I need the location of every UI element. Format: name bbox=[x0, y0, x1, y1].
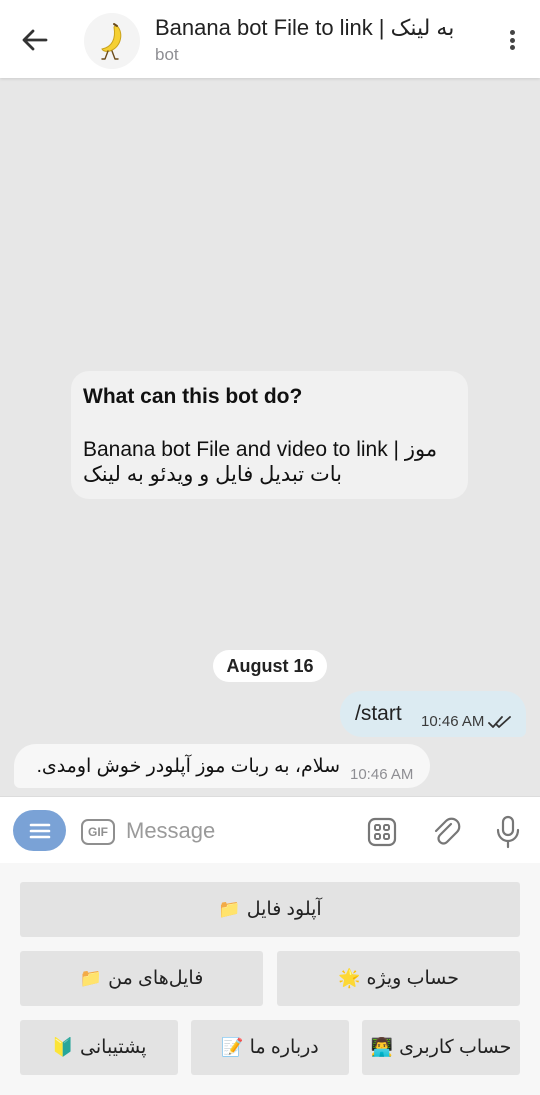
star-icon: 🌟 bbox=[338, 968, 361, 988]
message-text: /start bbox=[355, 702, 402, 725]
bot-menu-button[interactable] bbox=[13, 810, 66, 851]
voice-button[interactable] bbox=[491, 815, 525, 849]
microphone-icon bbox=[496, 815, 520, 849]
keyboard-button-premium-account[interactable]: حساب ویژه 🌟 bbox=[277, 951, 520, 1006]
gif-button[interactable]: GIF bbox=[81, 819, 115, 845]
keyboard-button-my-files[interactable]: فایل‌های من 📁 bbox=[20, 951, 263, 1006]
hamburger-icon bbox=[29, 823, 50, 838]
keyboard-button-user-account[interactable]: حساب کاربری 👨‍💻 bbox=[362, 1020, 520, 1075]
info-card-description: Banana bot File and video to link | موز … bbox=[83, 437, 456, 487]
banana-icon bbox=[101, 23, 122, 60]
message-text: سلام، به ربات موز آپلودر خوش اومدی. bbox=[36, 756, 340, 777]
keyboard-button-label: درباره ما bbox=[249, 1037, 319, 1058]
folder-icon: 📁 bbox=[79, 968, 103, 988]
info-card-line: بات تبدیل فایل و ویدئو به لینک bbox=[83, 463, 342, 486]
folder-icon: 📁 bbox=[218, 899, 241, 919]
outgoing-message[interactable]: /start 10:46 AM bbox=[340, 691, 526, 737]
bot-avatar[interactable] bbox=[84, 13, 140, 69]
bot-keyboard-button[interactable] bbox=[365, 815, 399, 849]
composer: GIF bbox=[0, 796, 540, 863]
keyboard-button-label: حساب کاربری bbox=[399, 1037, 512, 1058]
dot-icon bbox=[509, 37, 515, 43]
keyboard-button-upload-file[interactable]: آپلود فایل 📁 bbox=[20, 882, 520, 937]
date-separator: August 16 bbox=[213, 650, 327, 682]
technologist-icon: 👨‍💻 bbox=[370, 1037, 394, 1057]
keyboard-button-support[interactable]: پشتیبانی 🔰 bbox=[20, 1020, 178, 1075]
incoming-message[interactable]: سلام، به ربات موز آپلودر خوش اومدی. 10:4… bbox=[14, 744, 430, 788]
keyboard-button-label: فایل‌های من bbox=[108, 968, 204, 989]
keyboard-button-label: آپلود فایل bbox=[246, 899, 322, 920]
arrow-left-icon bbox=[22, 29, 48, 51]
message-time: 10:46 AM bbox=[421, 713, 485, 730]
message-time: 10:46 AM bbox=[350, 766, 414, 783]
more-options-button[interactable] bbox=[502, 26, 522, 54]
paperclip-icon bbox=[434, 817, 461, 845]
chat-title[interactable]: Banana bot File to link | به لینک bbox=[155, 15, 485, 41]
keyboard-button-label: پشتیبانی bbox=[80, 1037, 147, 1058]
dot-icon bbox=[509, 30, 515, 35]
attach-button[interactable] bbox=[429, 815, 463, 849]
message-meta: 10:46 AM bbox=[421, 713, 512, 730]
beginner-icon: 🔰 bbox=[51, 1037, 75, 1057]
keyboard-button-label: حساب ویژه bbox=[366, 968, 459, 989]
info-card-title: What can this bot do? bbox=[83, 385, 303, 408]
chat-header: Banana bot File to link | به لینک bot bbox=[0, 0, 540, 78]
bot-reply-keyboard: آپلود فایل 📁 حساب ویژه 🌟 فایل‌های من 📁 ح… bbox=[0, 863, 540, 1095]
chat-subtitle: bot bbox=[155, 45, 179, 64]
chat-area[interactable]: What can this bot do? Banana bot File an… bbox=[0, 78, 540, 796]
dot-icon bbox=[509, 45, 515, 50]
memo-icon: 📝 bbox=[221, 1037, 244, 1057]
info-card-line: Banana bot File and video to link | موز bbox=[83, 438, 438, 461]
double-check-icon bbox=[488, 715, 512, 728]
message-input[interactable] bbox=[126, 814, 346, 848]
keyboard-grid-icon bbox=[367, 817, 397, 847]
back-button[interactable] bbox=[14, 19, 56, 61]
bot-info-card: What can this bot do? Banana bot File an… bbox=[71, 371, 468, 499]
keyboard-button-about-us[interactable]: درباره ما 📝 bbox=[191, 1020, 349, 1075]
